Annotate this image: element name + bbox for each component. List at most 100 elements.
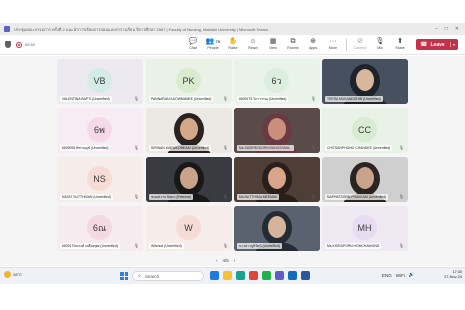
edge-icon[interactable] <box>236 271 245 280</box>
volume-icon[interactable]: 🔊 <box>409 272 415 278</box>
toolbar-divider <box>346 39 347 51</box>
participant-tile[interactable]: ขนมหวาน ปิยดา (External) 🎙 <box>146 157 232 202</box>
camera-button[interactable]: ⊘ Camera <box>350 37 370 53</box>
system-tray: ENG WiFi 🔊 <box>382 272 414 278</box>
apps-button[interactable]: ⊕ Apps <box>303 37 323 53</box>
weather-temp: 28°C <box>13 272 22 277</box>
participant-tile[interactable]: นางสาวภูมิรัตน์ (Unverified) 🎙 <box>234 206 320 251</box>
window-title: ประชุมคณะกรรมการ ครั้งที่ 2 แนะนำการเรีย… <box>14 26 269 32</box>
mic-muted-icon: 🎙 <box>310 96 316 101</box>
react-icon: ☺ <box>249 38 257 45</box>
participant-name: นางสาวภูมิรัตน์ (Unverified) <box>237 243 283 249</box>
participant-name: PANNARAN KAOWMANEE (Unverified) <box>149 96 214 102</box>
teams-logo-icon <box>4 26 10 32</box>
maximize-button[interactable]: □ <box>445 26 448 32</box>
participant-tile[interactable]: SIRINAN KAEWKOMKAM (Unverified) 🎙 <box>146 108 232 153</box>
apps-label: Apps <box>308 46 318 50</box>
participant-count: 70 <box>215 39 221 44</box>
meeting-timer: 00:50 <box>25 42 36 47</box>
participant-tile[interactable]: Ms.SASIPASSORN BUNGSOMA... 🎙 <box>234 108 320 153</box>
participant-name: TEERA MUKANDOHIN (Unverified) <box>325 96 383 102</box>
weather-widget[interactable]: 28°C <box>4 271 22 278</box>
mic-muted-icon: 🎙 <box>310 194 316 199</box>
mic-muted-icon: 🎙 <box>133 243 139 248</box>
mic-muted-icon: 🎙 <box>310 243 316 248</box>
participant-tile[interactable]: 6ว 6609175 วิภาวรรณ (Unverified) 🎙 <box>234 59 320 104</box>
next-page-button[interactable]: › <box>234 258 236 263</box>
share-icon: ⬆ <box>397 38 403 45</box>
participant-name: VALENTINA BAPTI (Unverified) <box>60 96 112 102</box>
windows-taskbar: 28°C ⌕ Search ENG WiFi 🔊 17:30 27-Nov-24 <box>0 267 465 284</box>
clock-date: 27-Nov-24 <box>444 275 462 279</box>
participant-tile[interactable]: 6พ 6609095 พิชามญช์ (Unverified) 🎙 <box>57 108 143 153</box>
avatar: VB <box>87 68 112 93</box>
close-window-button[interactable]: ✕ <box>455 26 459 32</box>
more-button[interactable]: ··· More <box>323 37 343 53</box>
start-button[interactable] <box>120 272 128 280</box>
chat-button[interactable]: 💬 Chat <box>183 37 203 53</box>
people-button[interactable]: 👥 70 People <box>203 37 223 53</box>
participant-tile[interactable]: Ms.NUTTHIMA MEEMAK 🎙 <box>234 157 320 202</box>
mic-muted-icon: 🎙 <box>133 145 139 150</box>
view-button[interactable]: ▦ View <box>263 37 283 53</box>
mic-muted-icon: 🎙 <box>398 145 404 150</box>
mic-muted-icon: 🎙 <box>133 96 139 101</box>
participant-name: 6609170ณรงค์ เหลืองพุฒ (Unverified) <box>60 243 120 249</box>
raise-label: Raise <box>228 46 238 50</box>
avatar: 6พ <box>87 117 112 142</box>
participant-name: Ms.NUTTHIMA MEEMAK <box>237 194 280 200</box>
line-icon[interactable] <box>262 271 271 280</box>
view-icon: ▦ <box>269 38 277 45</box>
chat-icon: 💬 <box>188 38 198 45</box>
mic-muted-icon: 🎙 <box>133 194 139 199</box>
taskbar-clock[interactable]: 17:30 27-Nov-24 <box>436 270 462 280</box>
leave-label: Leave <box>430 41 445 48</box>
gallery-pager: ‹ 4/5 › <box>216 258 235 263</box>
participant-name: 6609095 พิชามญช์ (Unverified) <box>60 145 111 151</box>
taskbar-search[interactable]: ⌕ Search <box>132 271 204 281</box>
search-placeholder: Search <box>144 273 160 279</box>
avatar: MH <box>352 215 377 240</box>
raise-button[interactable]: ✋ Raise <box>223 37 243 53</box>
react-button[interactable]: ☺ React <box>243 37 263 53</box>
participant-name: ขนมหวาน ปิยดา (External) <box>149 194 194 200</box>
leave-button[interactable]: ☎ Leave ▾ <box>416 39 458 50</box>
previous-page-button[interactable]: ‹ <box>216 258 218 263</box>
wifi-icon[interactable]: WiFi <box>396 273 405 278</box>
participant-tile[interactable]: MH Ms.KIDRAPORN HOMCHAWONG 🎙 <box>322 206 408 251</box>
leave-options-chevron-icon[interactable]: ▾ <box>449 42 455 47</box>
avatar: 6ณ <box>87 215 112 240</box>
participant-tile[interactable]: VB VALENTINA BAPTI (Unverified) 🎙 <box>57 59 143 104</box>
language-indicator[interactable]: ENG <box>382 273 392 278</box>
mic-muted-icon: 🎙 <box>398 96 404 101</box>
avatar: 6ว <box>264 68 289 93</box>
view-label: View <box>269 46 277 50</box>
apps-icon: ⊕ <box>310 38 316 45</box>
mic-muted-icon: 🎙 <box>310 145 316 150</box>
participant-tile[interactable]: NAPHATSORN PHAKKAM (Unverified) 🎙 <box>322 157 408 202</box>
widgets-icon[interactable] <box>210 271 219 280</box>
minimize-button[interactable]: – <box>435 26 438 32</box>
file-explorer-icon[interactable] <box>223 271 232 280</box>
word-icon[interactable] <box>301 271 310 280</box>
participant-tile[interactable]: TEERA MUKANDOHIN (Unverified) 🎙 <box>322 59 408 104</box>
raise-hand-icon: ✋ <box>228 38 238 45</box>
participant-tile[interactable]: CC CHITSANPHONG CHANDEE (Unverified) 🎙 <box>322 108 408 153</box>
share-button[interactable]: ⬆ Share <box>390 37 410 53</box>
mic-muted-icon: 🎙 <box>222 96 228 101</box>
participant-tile[interactable]: NS NATAT SUTTHISAN (Unverified) 🎙 <box>57 157 143 202</box>
participant-tile[interactable]: PK PANNARAN KAOWMANEE (Unverified) 🎙 <box>146 59 232 104</box>
rooms-icon: ⧉ <box>290 38 296 45</box>
participant-tile[interactable]: 6ณ 6609170ณรงค์ เหลืองพุฒ (Unverified) 🎙 <box>57 206 143 251</box>
mic-button[interactable]: 🎙 Mic <box>370 37 390 53</box>
teams-icon[interactable] <box>275 271 284 280</box>
more-label: More <box>328 46 338 50</box>
chrome-icon[interactable] <box>249 271 258 280</box>
more-icon: ··· <box>329 38 337 45</box>
rooms-button[interactable]: ⧉ Rooms <box>283 37 303 53</box>
meeting-toolbar: 00:50 💬 Chat 👥 70 People ✋ Raise ☺ React ▦ View ⧉ Ro… <box>0 35 465 55</box>
people-icon: 👥 70 <box>205 38 221 45</box>
participant-name: CHITSANPHONG CHANDEE (Unverified) <box>325 145 393 151</box>
participant-tile[interactable]: W Witchud (Unverified) 🎙 <box>146 206 232 251</box>
store-icon[interactable] <box>288 271 297 280</box>
